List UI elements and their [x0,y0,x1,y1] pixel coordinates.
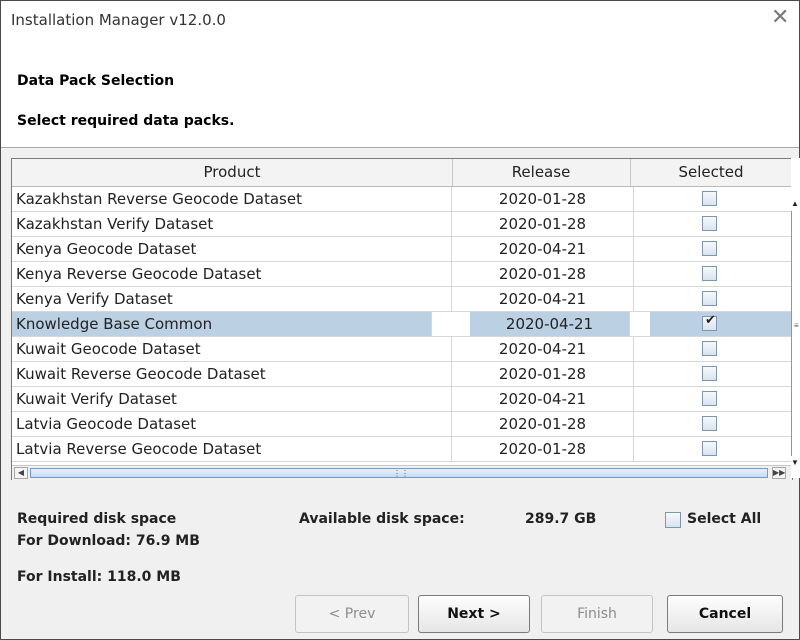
table-row[interactable]: Kuwait Verify Dataset 2020-04-21 [12,387,792,412]
row-select-checkbox[interactable] [702,266,717,281]
release-cell: 2020-04-21 [470,312,630,336]
column-header-product[interactable]: Product [12,159,453,186]
product-cell: Kenya Verify Dataset [12,287,452,311]
scroll-right-icon[interactable]: ▶▶ [772,467,786,479]
window-title: Installation Manager v12.0.0 [11,11,226,29]
section-title: Data Pack Selection [17,73,175,89]
horizontal-scroll-thumb[interactable]: ⋮⋮ [30,468,768,478]
table-row[interactable]: Kuwait Reverse Geocode Dataset 2020-01-28 [12,362,792,387]
release-cell: 2020-04-21 [452,337,634,361]
product-cell: Kazakhstan Verify Dataset [12,212,452,236]
installer-window: Installation Manager v12.0.0 ✕ Data Pack… [0,0,800,640]
release-cell: 2020-04-21 [452,387,634,411]
release-cell: 2020-01-28 [452,362,634,386]
scroll-up-icon[interactable]: ▲ [791,199,799,209]
product-cell: Latvia Reverse Geocode Dataset [12,437,452,461]
release-cell: 2020-04-21 [452,237,634,261]
data-pack-table: Product Release Selected Kazakhstan Reve… [11,158,793,480]
table-row[interactable]: Latvia Geocode Dataset 2020-01-28 [12,412,792,437]
row-select-checkbox[interactable] [702,391,717,406]
release-cell: 2020-01-28 [452,262,634,286]
product-cell: Latvia Geocode Dataset [12,412,452,436]
required-disk-space-label: Required disk space [17,511,177,527]
instruction-text: Select required data packs. [17,113,235,129]
table-row[interactable]: Kazakhstan Verify Dataset 2020-01-28 [12,212,792,237]
row-select-checkbox[interactable] [702,441,717,456]
table-row[interactable]: Kenya Verify Dataset 2020-04-21 [12,287,792,312]
table-header: Product Release Selected [12,159,792,187]
row-select-checkbox[interactable] [702,291,717,306]
table-body: Kazakhstan Reverse Geocode Dataset 2020-0… [12,187,792,465]
row-select-checkbox[interactable] [702,366,717,381]
available-disk-space-label: Available disk space: [299,511,465,527]
select-all-checkbox[interactable] [665,512,681,528]
table-row[interactable]: Kenya Reverse Geocode Dataset 2020-01-28 [12,262,792,287]
column-header-selected[interactable]: Selected [631,159,791,186]
product-cell: Kuwait Reverse Geocode Dataset [12,362,452,386]
table-row[interactable]: Knowledge Base Common 2020-04-21 [12,312,792,337]
row-select-checkbox[interactable] [702,313,717,331]
table-row[interactable]: Kuwait Geocode Dataset 2020-04-21 [12,337,792,362]
header-panel: Data Pack Selection Select required data… [1,35,799,148]
row-select-checkbox[interactable] [702,191,717,206]
release-cell: 2020-04-21 [452,287,634,311]
product-cell: Kenya Reverse Geocode Dataset [12,262,452,286]
scroll-left-icon[interactable]: ◀ [14,467,28,479]
finish-button[interactable]: Finish [541,595,653,633]
product-cell: Kenya Geocode Dataset [12,237,452,261]
release-cell: 2020-01-28 [452,412,634,436]
release-cell: 2020-01-28 [452,187,634,211]
install-size-label: For Install: 118.0 MB [17,569,181,585]
vertical-scrollbar[interactable]: ▲ ≡ ▼ [791,158,800,478]
select-all-label[interactable]: Select All [687,511,761,527]
release-cell: 2020-01-28 [452,212,634,236]
download-size-label: For Download: 76.9 MB [17,533,200,549]
close-icon[interactable]: ✕ [771,5,789,31]
next-button[interactable]: Next > [418,595,530,633]
product-cell: Kuwait Verify Dataset [12,387,452,411]
table-row[interactable]: Latvia Reverse Geocode Dataset 2020-01-28 [12,437,792,462]
prev-button[interactable]: < Prev [295,595,409,633]
grip-icon: ⋮⋮ [393,469,409,478]
title-bar: Installation Manager v12.0.0 ✕ [1,1,799,35]
horizontal-scrollbar[interactable]: ◀ ⋮⋮ ▶▶ [12,465,792,480]
row-select-checkbox[interactable] [702,341,717,356]
grip-icon: ≡ [794,321,799,330]
product-cell: Kuwait Geocode Dataset [12,337,452,361]
cancel-button[interactable]: Cancel [667,595,783,633]
scroll-down-icon[interactable]: ▼ [791,458,799,468]
row-select-checkbox[interactable] [702,216,717,231]
row-select-checkbox[interactable] [702,241,717,256]
product-cell: Kazakhstan Reverse Geocode Dataset [12,187,452,211]
table-row[interactable]: Kazakhstan Reverse Geocode Dataset 2020-0… [12,187,792,212]
product-cell: Knowledge Base Common [12,312,432,336]
vertical-scroll-thumb[interactable]: ≡ [791,211,800,456]
release-cell: 2020-01-28 [452,437,634,461]
row-select-checkbox[interactable] [702,416,717,431]
column-header-release[interactable]: Release [452,159,631,186]
available-disk-space-value: 289.7 GB [525,511,597,527]
selected-cell [650,312,792,336]
table-row[interactable]: Kenya Geocode Dataset 2020-04-21 [12,237,792,262]
